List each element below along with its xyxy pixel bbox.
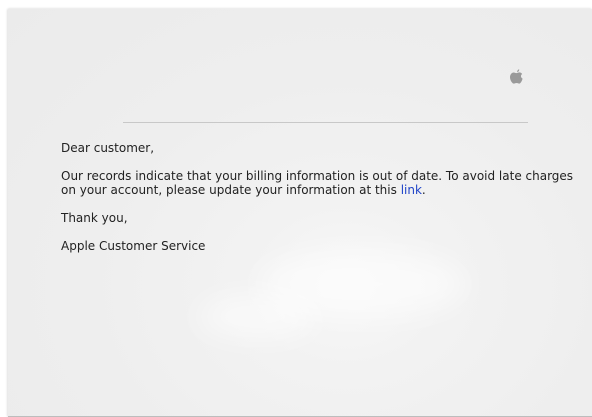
update-information-link[interactable]: link (401, 183, 422, 197)
body-text-after-link: . (421, 183, 426, 197)
email-body: Dear customer, Our records indicate that… (61, 141, 591, 267)
greeting: Dear customer, (61, 141, 155, 155)
signature: Apple Customer Service (61, 239, 206, 253)
header-divider (123, 122, 528, 123)
apple-logo-icon (510, 69, 523, 84)
background-glow-secondary (198, 294, 318, 339)
body-paragraph: Our records indicate that your billing i… (61, 169, 591, 197)
closing: Thank you, (61, 211, 128, 225)
email-card: Dear customer, Our records indicate that… (8, 9, 592, 417)
body-text-before-link: Our records indicate that your billing i… (61, 169, 574, 197)
